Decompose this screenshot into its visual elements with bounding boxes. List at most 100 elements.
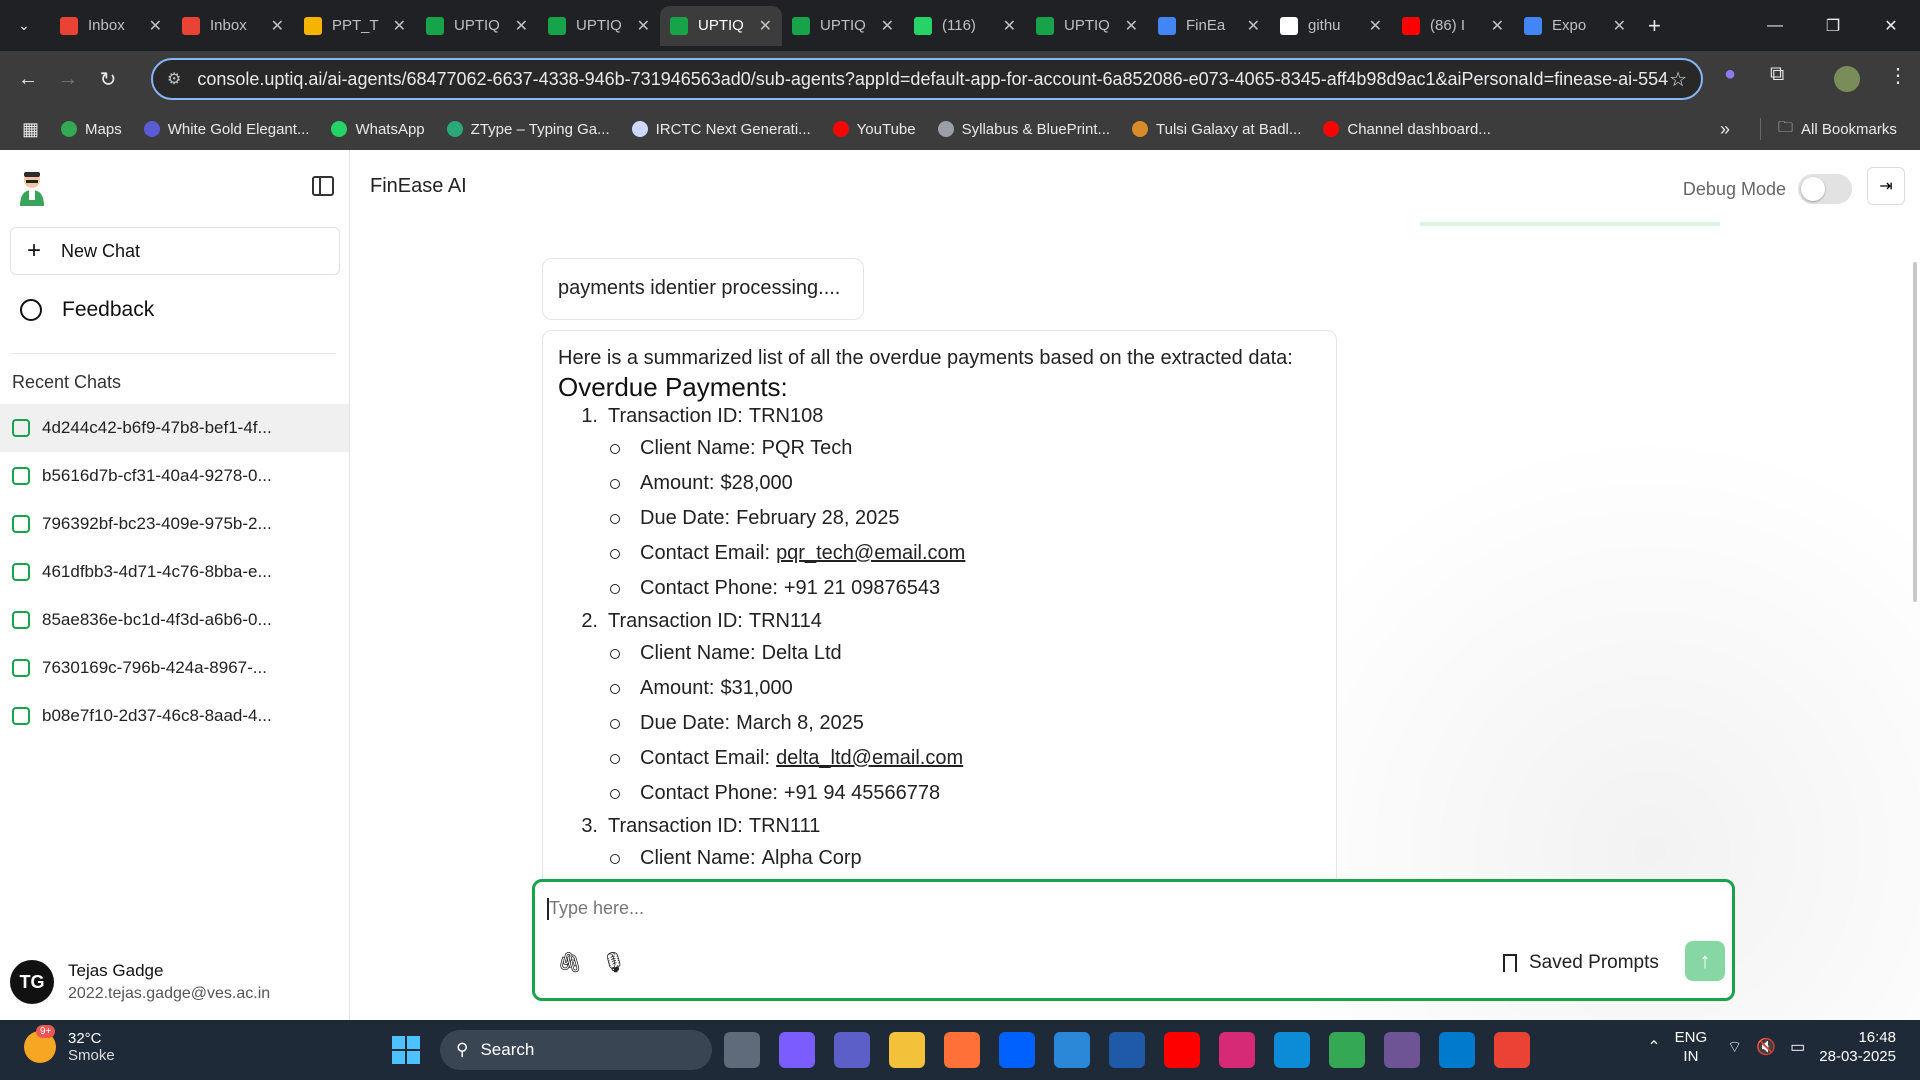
bookmark-item[interactable]: Syllabus & BluePrint...: [937, 121, 1110, 138]
clock[interactable]: 16:48 28-03-2025: [1819, 1028, 1896, 1066]
firefox-icon[interactable]: [944, 1032, 980, 1068]
task-view-icon[interactable]: [724, 1032, 760, 1068]
store-icon[interactable]: [1054, 1032, 1090, 1068]
bookmark-item[interactable]: Maps: [61, 121, 122, 138]
bookmark-item[interactable]: YouTube: [832, 121, 916, 138]
debug-mode-toggle[interactable]: [1798, 174, 1852, 204]
browser-tab[interactable]: UPTIQ ✕: [416, 6, 538, 46]
vscode-icon[interactable]: [1439, 1032, 1475, 1068]
edge-icon[interactable]: [1274, 1032, 1310, 1068]
reload-icon[interactable]: ↻: [88, 67, 128, 92]
sidebar-chat-item[interactable]: b5616d7b-cf31-40a4-9278-0...: [0, 452, 349, 500]
language-indicator[interactable]: ENG IN: [1675, 1028, 1708, 1066]
chat-checkbox[interactable]: [12, 419, 30, 437]
bookmark-item[interactable]: Tulsi Galaxy at Badl...: [1132, 121, 1301, 138]
saved-prompts-button[interactable]: Saved Prompts: [1503, 952, 1659, 974]
more-bookmarks-icon[interactable]: »: [1720, 119, 1730, 140]
site-info-icon[interactable]: ⚙: [167, 69, 181, 89]
browser-tab[interactable]: UPTIQ ✕: [1026, 6, 1148, 46]
collapse-sidebar-icon[interactable]: [312, 176, 334, 196]
extension-drop-icon[interactable]: ●: [1724, 63, 1736, 86]
sidebar-chat-item[interactable]: 796392bf-bc23-409e-975b-2...: [0, 500, 349, 548]
email-link[interactable]: delta_ltd@email.com: [776, 747, 963, 770]
dropbox-icon[interactable]: [999, 1032, 1035, 1068]
logout-icon[interactable]: ⇥: [1867, 167, 1905, 205]
browser-tab[interactable]: Expo ✕: [1514, 6, 1636, 46]
chat-checkbox[interactable]: [12, 515, 30, 533]
user-profile[interactable]: TG Tejas Gadge 2022.tejas.gadge@ves.ac.i…: [10, 960, 270, 1004]
close-tab-icon[interactable]: ✕: [1491, 16, 1504, 36]
teams-icon[interactable]: [834, 1032, 870, 1068]
bookmark-item[interactable]: IRCTC Next Generati...: [631, 121, 811, 138]
app-icon[interactable]: [1109, 1032, 1145, 1068]
youtube-icon[interactable]: [1164, 1032, 1200, 1068]
browser-tab[interactable]: UPTIQ ✕: [660, 5, 782, 46]
all-bookmarks[interactable]: 🗀 All Bookmarks: [1778, 117, 1897, 142]
browser-tab[interactable]: PPT_T ✕: [294, 6, 416, 46]
instagram-icon[interactable]: [1219, 1032, 1255, 1068]
browser-tab[interactable]: Inbox ✕: [50, 6, 172, 46]
new-tab-plus-icon[interactable]: +: [1648, 13, 1661, 39]
weather-widget[interactable]: 9+ 32°C Smoke: [24, 1025, 115, 1064]
chat-checkbox[interactable]: [12, 707, 30, 725]
apps-grid-icon[interactable]: ▦: [22, 119, 39, 140]
close-tab-icon[interactable]: ✕: [759, 16, 772, 36]
chat-checkbox[interactable]: [12, 467, 30, 485]
chat-checkbox[interactable]: [12, 611, 30, 629]
browser-tab[interactable]: FinEa ✕: [1148, 6, 1270, 46]
email-link[interactable]: pqr_tech@email.com: [776, 542, 965, 565]
bookmark-item[interactable]: WhatsApp: [331, 121, 425, 138]
close-tab-icon[interactable]: ✕: [271, 16, 284, 36]
sidebar-chat-item[interactable]: 4d244c42-b6f9-47b8-bef1-4f...: [0, 404, 349, 452]
copilot-icon[interactable]: [779, 1032, 815, 1068]
bookmark-item[interactable]: Channel dashboard...: [1323, 121, 1491, 138]
extensions-puzzle-icon[interactable]: ⧉: [1770, 63, 1784, 86]
new-chat-button[interactable]: + New Chat: [10, 227, 340, 275]
chrome-icon[interactable]: [1329, 1032, 1365, 1068]
browser-tab[interactable]: (86) I ✕: [1392, 6, 1514, 46]
chrome-profile-icon[interactable]: [1494, 1032, 1530, 1068]
file-explorer-icon[interactable]: [889, 1032, 925, 1068]
close-tab-icon[interactable]: ✕: [515, 16, 528, 36]
microphone-icon[interactable]: 🎙: [601, 950, 626, 975]
sidebar-chat-item[interactable]: 461dfbb3-4d71-4c76-8bba-e...: [0, 548, 349, 596]
bookmark-item[interactable]: ZType – Typing Ga...: [446, 121, 610, 138]
back-arrow-icon[interactable]: ←: [8, 68, 48, 91]
chat-checkbox[interactable]: [12, 659, 30, 677]
close-tab-icon[interactable]: ✕: [637, 16, 650, 36]
browser-menu-icon[interactable]: ⋮: [1888, 63, 1908, 88]
restore-icon[interactable]: ❐: [1804, 0, 1862, 51]
browser-tab[interactable]: githu ✕: [1270, 6, 1392, 46]
bookmark-star-icon[interactable]: ☆: [1669, 67, 1687, 92]
chat-checkbox[interactable]: [12, 563, 30, 581]
sidebar-chat-item[interactable]: 7630169c-796b-424a-8967-...: [0, 644, 349, 692]
speaker-muted-icon[interactable]: 🔇: [1756, 1037, 1776, 1057]
close-tab-icon[interactable]: ✕: [881, 16, 894, 36]
message-input[interactable]: Type here...: [549, 898, 644, 919]
send-arrow-icon[interactable]: ↑: [1685, 941, 1725, 981]
browser-tab[interactable]: UPTIQ ✕: [538, 6, 660, 46]
close-tab-icon[interactable]: ✕: [1369, 16, 1382, 36]
sidebar-chat-item[interactable]: b08e7f10-2d37-46c8-8aad-4...: [0, 692, 349, 740]
close-tab-icon[interactable]: ✕: [393, 16, 406, 36]
profile-avatar-icon[interactable]: [1834, 66, 1860, 92]
minimize-icon[interactable]: —: [1746, 0, 1804, 51]
tab-search-chevron-icon[interactable]: ⌄: [6, 8, 42, 44]
forward-arrow-icon[interactable]: →: [48, 68, 88, 91]
battery-icon[interactable]: ▭: [1790, 1037, 1805, 1057]
windows-start-icon[interactable]: [392, 1036, 420, 1064]
close-tab-icon[interactable]: ✕: [1003, 16, 1016, 36]
address-bar[interactable]: ⚙ console.uptiq.ai/ai-agents/68477062-66…: [151, 58, 1703, 100]
close-tab-icon[interactable]: ✕: [1247, 16, 1260, 36]
close-tab-icon[interactable]: ✕: [149, 16, 162, 36]
browser-tab[interactable]: UPTIQ ✕: [782, 6, 904, 46]
bookmark-item[interactable]: White Gold Elegant...: [143, 121, 309, 138]
browser-tab[interactable]: (116) ✕: [904, 6, 1026, 46]
taskbar-search[interactable]: ⚲ Search: [440, 1030, 712, 1070]
wifi-icon[interactable]: ⌔: [1727, 1037, 1742, 1057]
close-tab-icon[interactable]: ✕: [1613, 16, 1626, 36]
browser-tab[interactable]: Inbox ✕: [172, 6, 294, 46]
sidebar-chat-item[interactable]: 85ae836e-bc1d-4f3d-a6b6-0...: [0, 596, 349, 644]
github-icon[interactable]: [1384, 1032, 1420, 1068]
close-window-icon[interactable]: ✕: [1862, 0, 1920, 51]
